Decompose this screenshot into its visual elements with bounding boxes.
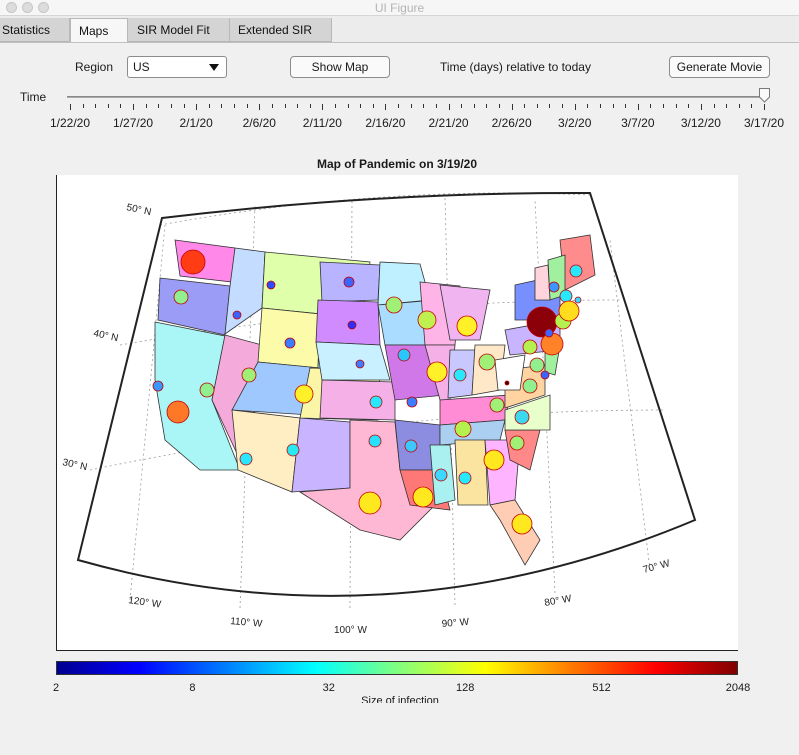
lon-label-90: 90° W (441, 617, 470, 630)
pandemic-map: 50° N 40° N 30° N 120° W 110° W 100° W 9… (61, 191, 697, 636)
colorbar-tick-label: 512 (592, 682, 611, 694)
colorbar-tick-label: 32 (322, 682, 335, 694)
colorbar-tick-label: 8 (189, 682, 196, 694)
lat-label-40: 40° N (92, 328, 119, 344)
colorbar-tick-label: 128 (456, 682, 475, 694)
lon-label-80: 80° W (544, 593, 573, 609)
lon-label-110: 110° W (230, 616, 264, 630)
colorbar-title: Size of infection (361, 695, 439, 703)
colorbar-tick-label: 2048 (725, 682, 751, 694)
colorbar-tick-label: 2 (52, 682, 60, 694)
lon-label-70: 70° W (642, 558, 672, 576)
lon-label-100: 100° W (334, 625, 367, 636)
lon-label-120: 120° W (128, 595, 163, 611)
lat-label-50: 50° N (125, 202, 152, 218)
lat-label-30: 30° N (61, 457, 88, 473)
colorbar (56, 661, 738, 675)
